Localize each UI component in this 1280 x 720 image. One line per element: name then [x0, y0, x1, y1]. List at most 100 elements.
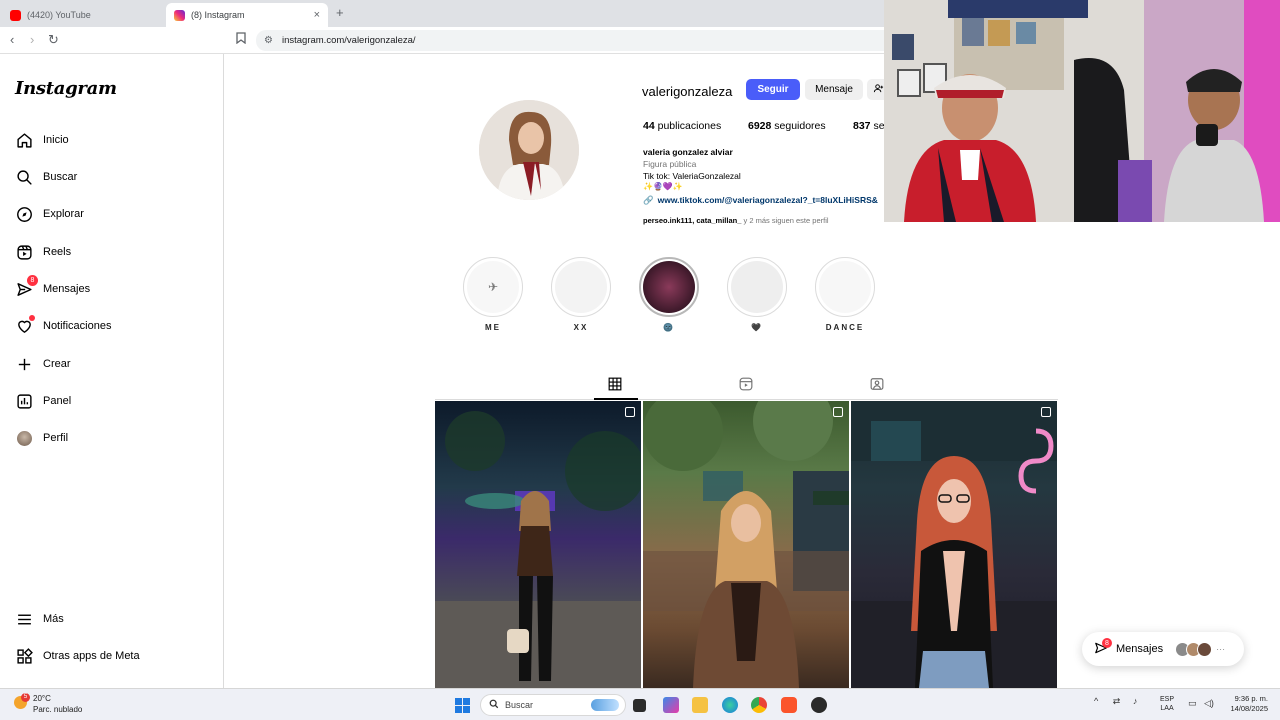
tagged-icon: [870, 378, 884, 390]
sidebar-item-label: Perfil: [43, 432, 69, 444]
sidebar-item-reels[interactable]: Reels: [15, 241, 71, 263]
close-tab-icon[interactable]: ×: [314, 9, 320, 21]
highlight-moon[interactable]: 🌚: [639, 257, 699, 333]
search-highlight-icon: [591, 699, 619, 711]
messages-pill-label: Mensajes: [1116, 643, 1164, 655]
menu-icon: [15, 610, 33, 628]
highlight-dance[interactable]: DANCE: [815, 257, 875, 333]
tab-instagram[interactable]: (8) Instagram ×: [166, 3, 328, 27]
tab-label: (4420) YouTube: [27, 10, 91, 20]
sidebar-item-perfil[interactable]: Perfil: [15, 427, 68, 449]
compass-icon: [15, 205, 33, 223]
profile-bio-text: Tik tok: ValeriaGonzalezal: [643, 171, 741, 181]
heart-icon: [15, 315, 35, 335]
sidebar-item-label: Otras apps de Meta: [43, 650, 140, 662]
home-icon: [15, 131, 33, 149]
sidebar-item-label: Panel: [43, 395, 72, 407]
sidebar-item-crear[interactable]: Crear: [15, 353, 71, 375]
language-indicator[interactable]: ESP LAA: [1160, 695, 1174, 713]
notification-badge: 8: [27, 275, 38, 286]
task-view-icon[interactable]: [633, 699, 646, 712]
chevron-up-icon[interactable]: ^: [1094, 696, 1098, 706]
bookmark-icon[interactable]: [236, 32, 246, 47]
sidebar-item-mensajes[interactable]: 8 Mensajes: [15, 275, 90, 300]
sidebar-item-label: Notificaciones: [43, 320, 112, 332]
sidebar-item-explorar[interactable]: Explorar: [15, 203, 84, 225]
system-tray[interactable]: ^ ⇄ ♪: [1094, 696, 1137, 707]
sidebar-item-label: Buscar: [43, 171, 78, 183]
post-thumbnail[interactable]: [643, 401, 849, 688]
followers-count[interactable]: 6928 seguidores: [748, 120, 826, 132]
instagram-icon: [174, 9, 185, 21]
volume-icon[interactable]: ◁): [1204, 698, 1214, 709]
reels-icon: [739, 377, 753, 391]
brave-icon[interactable]: [781, 697, 797, 713]
tab-tagged[interactable]: [870, 377, 886, 393]
highlight-cover: [727, 257, 787, 317]
edge-icon[interactable]: [722, 697, 738, 713]
url-bar[interactable]: ⚙ instagram.com/valerigonzaleza/: [256, 30, 896, 51]
profile-link[interactable]: 🔗 www.tiktok.com/@valeriagonzalezal?_t=8l…: [643, 195, 878, 206]
display-icon[interactable]: ▭: [1188, 698, 1197, 709]
profile-avatar[interactable]: [479, 100, 579, 200]
sidebar-item-meta-apps[interactable]: Otras apps de Meta: [15, 645, 140, 667]
sidebar-item-notificaciones[interactable]: Notificaciones: [15, 315, 111, 337]
profile-full-name: valeria gonzalez alviar: [643, 147, 733, 157]
post-thumbnail[interactable]: [851, 401, 1057, 688]
sidebar-item-inicio[interactable]: Inicio: [15, 129, 69, 151]
webcam-overlay: [884, 0, 1280, 222]
add-user-icon: [873, 83, 884, 97]
posts-count: 44 publicaciones: [643, 120, 722, 132]
site-settings-icon[interactable]: ⚙: [264, 35, 273, 46]
instagram-logo[interactable]: Instagram: [15, 78, 117, 99]
taskbar-clock[interactable]: 9:36 p. m. 14/08/2025: [1222, 694, 1268, 714]
followed-by-text[interactable]: perseo.ink111, cata_millan_ y 2 más sigu…: [643, 216, 829, 225]
highlight-xx[interactable]: XX: [551, 257, 611, 333]
weather-widget[interactable]: 5 20°C Parc. nublado: [14, 693, 82, 715]
carousel-icon: [833, 407, 843, 417]
highlight-heart[interactable]: 🖤: [727, 257, 787, 333]
tabs-divider: [435, 399, 1058, 400]
highlight-cover: [551, 257, 611, 317]
forward-icon[interactable]: ›: [30, 32, 34, 47]
highlight-label: ME: [485, 323, 501, 332]
message-button[interactable]: Mensaje: [805, 79, 863, 100]
avatar-icon: [15, 429, 33, 447]
copilot-icon[interactable]: [663, 697, 679, 713]
new-tab-button[interactable]: +: [336, 5, 344, 20]
post-thumbnail[interactable]: [435, 401, 641, 688]
following-count[interactable]: 837 se: [853, 120, 885, 132]
windows-start-icon[interactable]: [455, 698, 470, 713]
avatar: [1197, 641, 1213, 657]
post-image: [643, 401, 849, 688]
microphone-icon[interactable]: ♪: [1133, 696, 1138, 706]
app-icon[interactable]: [811, 697, 827, 713]
profile-bio-emojis: ✨🔮💜✨: [643, 182, 683, 191]
highlight-cover: [639, 257, 699, 317]
tab-posts[interactable]: [608, 377, 624, 393]
profile-category: Figura pública: [643, 159, 697, 169]
tab-youtube[interactable]: (4420) YouTube: [2, 3, 164, 27]
messages-pill[interactable]: 8 Mensajes ···: [1082, 632, 1244, 666]
sidebar-item-mas[interactable]: Más: [15, 608, 64, 630]
sidebar-item-label: Inicio: [43, 134, 69, 146]
link-icon: 🔗: [643, 195, 654, 205]
file-explorer-icon[interactable]: [692, 697, 708, 713]
notification-dot: [29, 315, 35, 321]
follow-button[interactable]: Seguir: [746, 79, 800, 100]
chrome-icon[interactable]: [751, 697, 767, 713]
sidebar-item-panel[interactable]: Panel: [15, 390, 71, 412]
tab-reels[interactable]: [739, 377, 755, 393]
sidebar-item-buscar[interactable]: Buscar: [15, 166, 77, 188]
search-icon: [15, 168, 33, 186]
meta-apps-icon: [15, 647, 33, 665]
search-icon: [489, 699, 499, 711]
airplane-icon: ✈: [467, 261, 519, 313]
plus-icon: [15, 355, 33, 373]
reload-icon[interactable]: ↻: [48, 32, 59, 48]
highlight-label: 🌚: [663, 323, 675, 332]
highlight-me[interactable]: ✈ ME: [463, 257, 523, 333]
network-icon[interactable]: ⇄: [1113, 696, 1121, 706]
back-icon[interactable]: ‹: [10, 32, 14, 47]
taskbar-search[interactable]: Buscar: [480, 694, 626, 716]
